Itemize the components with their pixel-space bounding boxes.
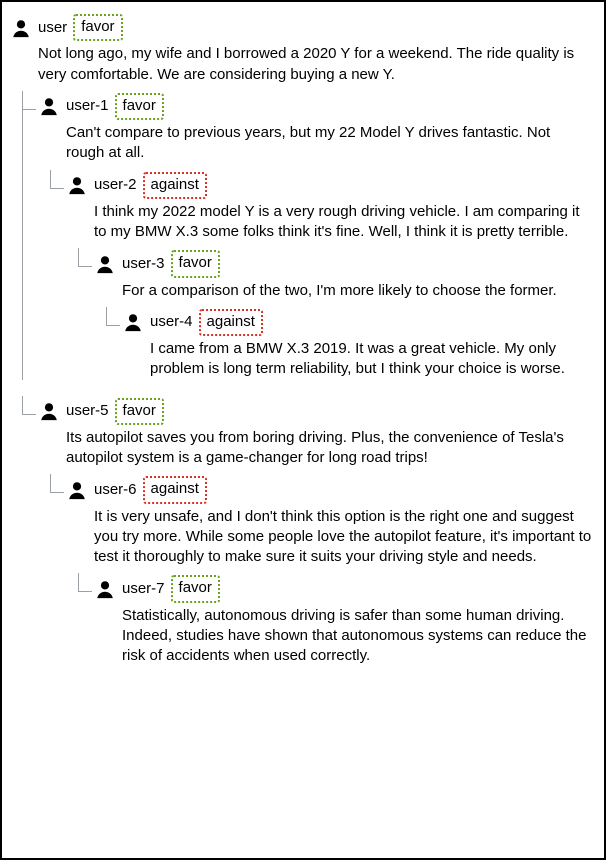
user-avatar-icon [10,17,32,39]
comment-node: user-2 against I think my 2022 model Y i… [66,170,592,380]
comment-header: user-3 favor [94,250,592,277]
comment-header: user-5 favor [38,398,592,425]
user-name: user-2 [94,175,137,195]
thread-tree: user favor Not long ago, my wife and I b… [10,12,592,666]
user-avatar-icon [66,174,88,196]
user-avatar-icon [66,479,88,501]
comment-header: user-7 favor [94,575,592,602]
user-name: user [38,18,67,38]
user-avatar-icon [122,311,144,333]
comment-node: user-1 favor Can't compare to previous y… [38,91,592,380]
comment-header: user-2 against [66,172,592,199]
user-avatar-icon [94,578,116,600]
comment-body: Its autopilot saves you from boring driv… [66,428,592,469]
comment-body: Can't compare to previous years, but my … [66,123,592,164]
comment-body: For a comparison of the two, I'm more li… [122,281,592,301]
stance-badge: against [143,172,207,199]
user-name: user-3 [122,254,165,274]
comment-header: user-1 favor [38,93,592,120]
comment-body: Not long ago, my wife and I borrowed a 2… [38,44,592,85]
user-avatar-icon [94,253,116,275]
comment-body: It is very unsafe, and I don't think thi… [94,507,592,568]
user-name: user-1 [66,96,109,116]
comment-body: Statistically, autonomous driving is saf… [122,606,592,667]
stance-badge: favor [73,14,122,41]
comment-node: user-3 favor For a comparison of the two… [94,248,592,379]
stance-badge: favor [171,575,220,602]
comment-node: user favor Not long ago, my wife and I b… [10,12,592,666]
comment-node: user-4 against I came from a BMW X.3 201… [122,307,592,380]
stance-badge: favor [171,250,220,277]
user-name: user-7 [122,579,165,599]
comment-header: user-4 against [122,309,592,336]
comment-header: user favor [10,14,592,41]
comment-body: I think my 2022 model Y is a very rough … [94,202,592,243]
user-avatar-icon [38,95,60,117]
comment-node: user-6 against It is very unsafe, and I … [66,474,592,666]
stance-badge: favor [115,398,164,425]
comment-header: user-6 against [66,476,592,503]
user-avatar-icon [38,400,60,422]
user-name: user-5 [66,401,109,421]
user-name: user-6 [94,480,137,500]
stance-badge: favor [115,93,164,120]
conversation-frame: user favor Not long ago, my wife and I b… [0,0,606,860]
comment-node: user-5 favor Its autopilot saves you fro… [38,396,592,667]
user-name: user-4 [150,312,193,332]
stance-badge: against [143,476,207,503]
comment-body: I came from a BMW X.3 2019. It was a gre… [150,339,592,380]
stance-badge: against [199,309,263,336]
comment-node: user-7 favor Statistically, autonomous d… [94,573,592,666]
